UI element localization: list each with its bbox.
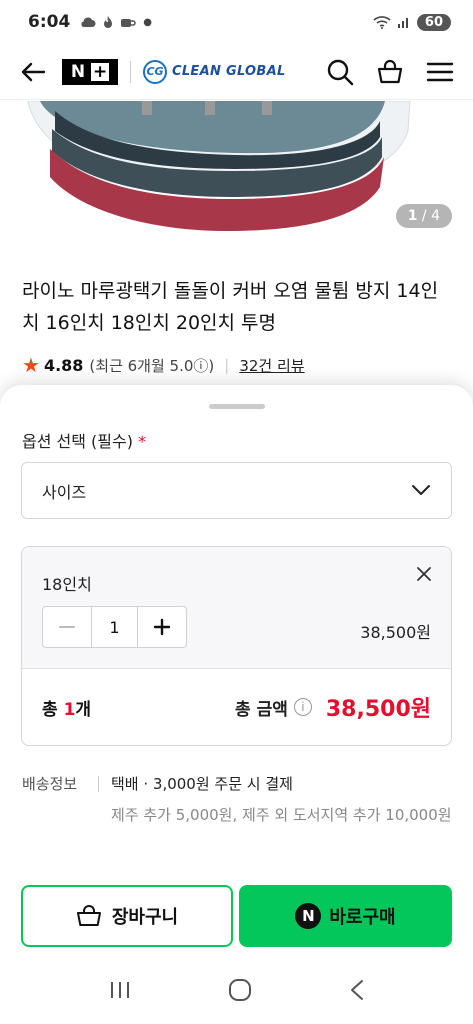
store-brand-logo[interactable]: CG CLEAN GLOBAL [143, 59, 286, 84]
status-bar: 6:04 ● 60 [0, 0, 473, 44]
rating-detail[interactable]: (최근 6개월 5.0ⓘ) [89, 355, 214, 376]
brand-name: CLEAN GLOBAL [172, 64, 286, 79]
required-mark: * [138, 432, 147, 451]
buy-now-button[interactable]: N 바로구매 [239, 885, 452, 947]
delivery-extra: 제주 추가 5,000원, 제주 외 도서지역 추가 10,000원 [111, 806, 452, 824]
total-count-suffix: 개 [75, 699, 92, 720]
total-price: 38,500원 [325, 697, 431, 722]
rating-row: ★ 4.88 (최근 6개월 5.0ⓘ) | 32건 리뷰 [22, 353, 305, 377]
system-nav-bar [0, 960, 473, 1024]
option-label: 옵션 선택 (필수) * [22, 428, 146, 452]
decrease-button[interactable] [43, 607, 91, 647]
status-right-icons: 60 [373, 13, 451, 31]
rating-value: 4.88 [43, 355, 84, 375]
selected-option-box: 18인치 1 38,500원 총 1개 총 금액 i 38,500원 [21, 546, 452, 746]
selected-option-name: 18인치 [42, 575, 92, 594]
delivery-info: 배송정보 택배 · 3,000원 주문 시 결제 제주 추가 5,000원, 제… [22, 773, 452, 828]
delivery-main: 택배 · 3,000원 주문 시 결제 [111, 775, 293, 793]
delivery-row: 배송정보 택배 · 3,000원 주문 시 결제 [22, 773, 452, 794]
search-icon[interactable] [323, 55, 357, 89]
total-amount-label: 총 금액 [235, 699, 288, 720]
status-left-icons: ● [80, 15, 152, 29]
wifi-icon [373, 16, 391, 29]
total-count-number: 1 [63, 699, 76, 720]
brand-mark: CG [143, 59, 167, 84]
dot-icon: ● [143, 16, 153, 28]
total-count: 총 1개 [42, 695, 91, 720]
basket-icon [76, 905, 101, 926]
sheet-drag-handle[interactable] [209, 404, 265, 409]
purchase-bottom-sheet: 옵션 선택 (필수) * 사이즈 18인치 1 38,500원 총 1개 총 금… [0, 385, 473, 1024]
naver-plus-logo[interactable]: N + [62, 58, 118, 85]
nplus-plus: + [91, 61, 110, 82]
selected-option-item: 18인치 1 38,500원 [22, 547, 451, 669]
menu-icon[interactable] [423, 55, 457, 89]
chevron-down-icon [411, 481, 431, 500]
star-icon: ★ [22, 353, 40, 377]
review-count-link[interactable]: 32건 리뷰 [239, 355, 304, 376]
image-counter: 1 / 4 [395, 204, 452, 228]
battery-icon: 60 [416, 13, 451, 31]
size-select-value: 사이즈 [42, 482, 87, 502]
increase-button[interactable] [138, 607, 186, 647]
fire-icon [104, 16, 113, 28]
top-header: N + CG CLEAN GLOBAL [0, 44, 473, 100]
total-count-prefix: 총 [42, 699, 64, 720]
size-select-dropdown[interactable]: 사이즈 [21, 462, 452, 519]
delivery-label: 배송정보 [22, 775, 78, 793]
image-counter-separator: / [421, 208, 427, 224]
home-icon[interactable] [228, 978, 252, 1006]
quantity-value[interactable]: 1 [90, 607, 139, 647]
option-label-text: 옵션 선택 (필수) [22, 432, 133, 451]
product-title: 라이노 마루광택기 돌돌이 커버 오염 물튐 방지 14인치 16인치 18인치… [22, 280, 439, 334]
back-icon[interactable] [349, 979, 365, 1005]
header-divider [130, 60, 131, 83]
cart-button-label: 장바구니 [111, 907, 179, 928]
rating-separator: | [224, 356, 230, 374]
nplus-letter: N [70, 61, 88, 82]
selected-option-price: 38,500원 [360, 623, 431, 642]
naver-pay-icon: N [295, 903, 322, 929]
buy-button-label: 바로구매 [329, 907, 396, 928]
close-icon[interactable] [415, 565, 433, 587]
status-time: 6:04 [28, 12, 71, 32]
recent-apps-icon[interactable] [109, 980, 131, 1004]
back-arrow-icon[interactable] [16, 55, 50, 89]
total-row: 총 1개 총 금액 i 38,500원 [22, 669, 451, 745]
add-to-cart-button[interactable]: 장바구니 [21, 885, 233, 947]
total-amount-group: 총 금액 i 38,500원 [235, 691, 431, 723]
image-counter-current: 1 [407, 208, 418, 224]
coffee-icon [121, 19, 137, 27]
header-actions [323, 55, 457, 89]
delivery-separator [98, 776, 99, 792]
signal-icon [397, 18, 408, 28]
basket-icon[interactable] [373, 55, 407, 89]
image-counter-total: 4 [431, 208, 440, 224]
quantity-stepper: 1 [42, 606, 187, 648]
cloud-icon [81, 17, 96, 27]
info-icon[interactable]: i [293, 698, 312, 716]
